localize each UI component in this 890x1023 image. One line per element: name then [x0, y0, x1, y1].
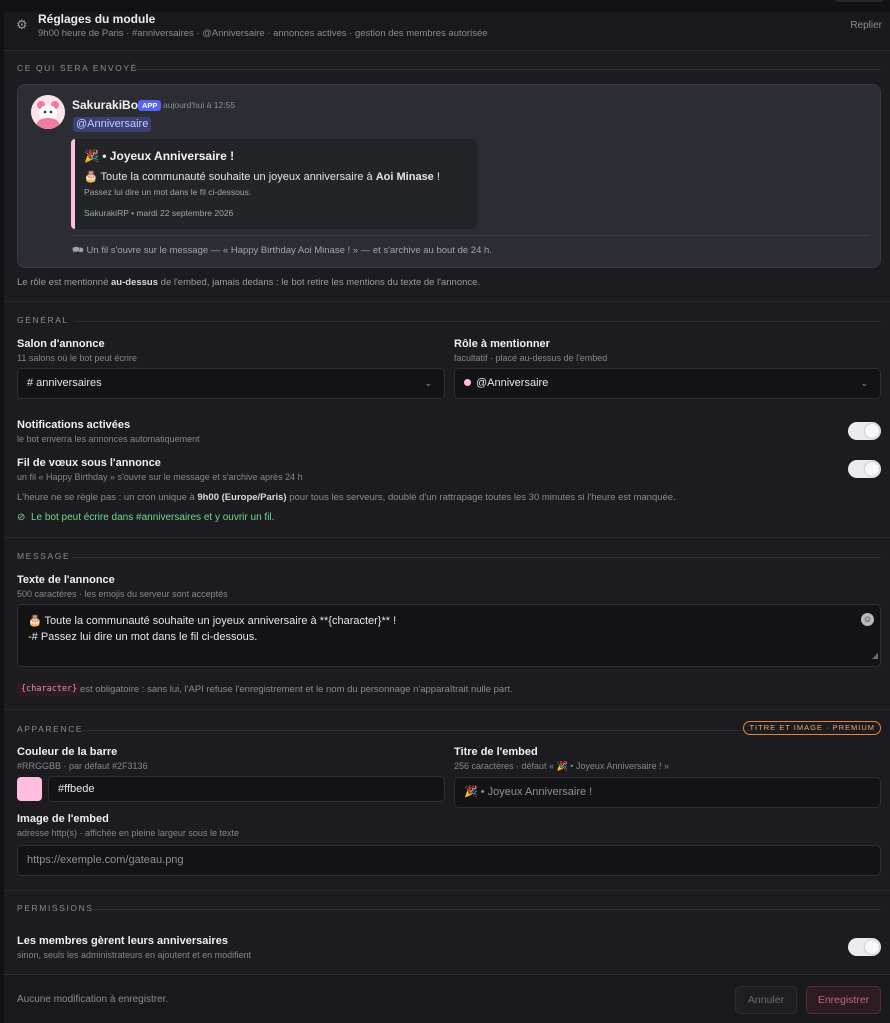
thread-note: 🗪 Un fil s'ouvre sur le message — « Happ… — [72, 245, 492, 256]
section-label-permissions: PERMISSIONS — [17, 903, 94, 913]
embed-character-name: Aoi Minase — [375, 171, 434, 183]
announcement-line-1: 🎂 Toute la communauté souhaite un joyeux… — [28, 615, 397, 627]
bar-color-value: #ffbede — [58, 783, 95, 795]
embed-description-text: 🎂 Toute la communauté souhaite un joyeux… — [84, 171, 376, 183]
section-label-general: GÉNÉRAL — [17, 315, 69, 325]
members-manage-hint: sinon, seuls les administrateurs en ajou… — [17, 950, 252, 960]
module-summary: 9h00 heure de Paris · #anniversaires · @… — [38, 28, 488, 39]
save-button[interactable]: Enregistrer — [806, 986, 881, 1014]
announcement-text-label: Texte de l'annonce — [17, 574, 115, 586]
unsaved-status: Aucune modification à enregistrer. — [17, 994, 169, 1005]
module-header[interactable]: ⚙ Réglages du module 9h00 heure de Paris… — [4, 12, 890, 51]
fold-button[interactable]: Replier — [850, 20, 882, 31]
section-divider — [132, 69, 881, 70]
role-color-dot — [464, 379, 471, 386]
thread-hint: un fil « Happy Birthday » s'ouvre sur le… — [17, 472, 303, 482]
embed-title-hint: 256 caractères · défaut « 🎉 • Joyeux Ann… — [454, 761, 669, 771]
announcement-text-hint: 500 caractères · les emojis du serveur s… — [17, 589, 228, 599]
section-label-message: MESSAGE — [17, 551, 71, 561]
gear-icon: ⚙ — [16, 17, 28, 32]
separator — [4, 890, 890, 891]
thread-label: Fil de vœux sous l'annonce — [17, 457, 161, 469]
premium-badge: TITRE ET IMAGE · PREMIUM — [743, 721, 881, 735]
message-preview: SakurakiBot APP aujourd'hui à 12:55 @Ann… — [17, 84, 881, 268]
thread-toggle[interactable] — [848, 460, 881, 478]
role-label: Rôle à mentionner — [454, 338, 550, 350]
notifications-label: Notifications activées — [17, 419, 131, 431]
bot-avatar — [31, 95, 65, 129]
embed-preview: 🎉 • Joyeux Anniversaire ! 🎂 Toute la com… — [71, 139, 477, 229]
module-settings-panel: ⚙ Réglages du module 9h00 heure de Paris… — [4, 0, 890, 1023]
section-divider — [90, 909, 881, 910]
bar-color-label: Couleur de la barre — [17, 746, 118, 758]
announcement-line-2: -# Passez lui dire un mot dans le fil ci… — [28, 631, 258, 643]
section-label-appearance: APPARENCE — [17, 724, 84, 734]
section-divider — [74, 321, 881, 322]
role-note-text: Le rôle est mentionné — [17, 277, 112, 288]
message-timestamp: aujourd'hui à 12:55 — [163, 100, 236, 110]
permission-check-text: Le bot peut écrire dans #anniversaires e… — [30, 512, 275, 523]
schedule-note: L'heure ne se règle pas : un cron unique… — [17, 492, 676, 503]
schedule-note-text-end: pour tous les serveurs, doublé d'un ratt… — [286, 492, 676, 503]
section-divider — [82, 730, 752, 731]
top-strip — [4, 0, 890, 12]
embed-image-hint: adresse http(s) · affichée en pleine lar… — [17, 828, 239, 838]
check-circle-icon: ⊘ — [17, 512, 26, 523]
chevron-down-icon: ⌄ — [424, 378, 432, 388]
schedule-note-text: L'heure ne se règle pas : un cron unique… — [17, 492, 198, 503]
chevron-down-icon: ⌄ — [860, 378, 868, 388]
role-select[interactable]: @Anniversaire ⌄ — [454, 368, 881, 399]
bar-color-hint: #RRGGBB · par défaut #2F3136 — [17, 761, 148, 771]
channel-select-value: # anniversaires — [27, 377, 102, 389]
bot-name: SakurakiBot — [72, 98, 143, 112]
permission-check-status: ⊘ Le bot peut écrire dans #anniversaires… — [17, 512, 274, 523]
schedule-time: 9h00 (Europe/Paris) — [197, 492, 287, 503]
section-label-preview: CE QUI SERA ENVOYÉ — [17, 63, 138, 73]
embed-subtext: Passez lui dire un mot dans le fil ci-de… — [84, 187, 252, 197]
embed-title-placeholder: 🎉 • Joyeux Anniversaire ! — [464, 786, 593, 798]
resize-handle-icon[interactable]: ◢ — [872, 648, 878, 664]
placeholder-token: {character} — [17, 682, 82, 696]
role-mention: @Anniversaire — [73, 117, 152, 132]
save-bar: Aucune modification à enregistrer. Annul… — [4, 974, 890, 1023]
app-badge: APP — [138, 100, 162, 111]
placeholder-note: est obligatoire : sans lui, l'API refuse… — [80, 684, 513, 695]
embed-title-input[interactable]: 🎉 • Joyeux Anniversaire ! — [454, 777, 881, 808]
embed-image-placeholder: https://exemple.com/gateau.png — [27, 854, 184, 866]
channel-hint: 11 salons où le bot peut écrire — [17, 353, 137, 363]
top-nub — [834, 0, 884, 2]
embed-title-label: Titre de l'embed — [454, 746, 538, 758]
module-title: Réglages du module — [38, 12, 156, 26]
channel-select[interactable]: # anniversaires ⌄ — [17, 368, 445, 399]
separator — [4, 709, 890, 710]
announcement-textarea[interactable]: 🎂 Toute la communauté souhaite un joyeux… — [17, 604, 881, 667]
members-manage-toggle[interactable] — [848, 938, 881, 956]
cancel-button[interactable]: Annuler — [735, 986, 797, 1014]
bot-avatar-image — [31, 95, 65, 129]
notifications-toggle[interactable] — [848, 422, 881, 440]
role-mention-note: Le rôle est mentionné au-dessus de l'emb… — [17, 277, 480, 288]
embed-image-input[interactable]: https://exemple.com/gateau.png — [17, 845, 881, 876]
separator — [4, 301, 890, 302]
separator — [4, 537, 890, 538]
role-note-emphasis: au-dessus — [111, 277, 159, 288]
preview-divider — [71, 235, 869, 236]
embed-image-label: Image de l'embed — [17, 813, 109, 825]
emoji-picker-icon[interactable]: ☺ — [861, 613, 874, 626]
bar-color-input[interactable]: #ffbede — [48, 776, 445, 802]
role-select-value: @Anniversaire — [476, 377, 549, 389]
embed-description-end: ! — [433, 171, 440, 183]
embed-description: 🎂 Toute la communauté souhaite un joyeux… — [84, 170, 440, 183]
embed-title: 🎉 • Joyeux Anniversaire ! — [84, 149, 235, 163]
notifications-hint: le bot enverra les annonces automatiquem… — [17, 434, 200, 444]
role-note-text-end: de l'embed, jamais dedans : le bot retir… — [158, 277, 481, 288]
members-manage-label: Les membres gèrent leurs anniversaires — [17, 935, 228, 947]
role-hint: facultatif · placé au-dessus de l'embed — [454, 353, 608, 363]
channel-label: Salon d'annonce — [17, 338, 105, 350]
embed-footer: SakurakiRP • mardi 22 septembre 2026 — [84, 208, 234, 218]
section-divider — [72, 557, 881, 558]
color-swatch[interactable] — [17, 777, 42, 801]
